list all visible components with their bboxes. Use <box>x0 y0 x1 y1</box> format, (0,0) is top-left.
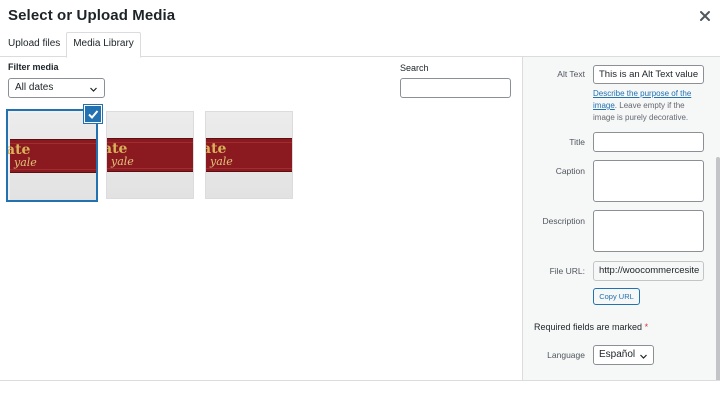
attachment-image: ate yale <box>8 113 96 200</box>
description-label: Description <box>542 216 585 226</box>
title-field[interactable] <box>593 132 704 152</box>
description-field[interactable] <box>593 210 704 252</box>
logo-text: ate <box>206 141 227 157</box>
check-icon[interactable] <box>84 105 102 123</box>
search-input[interactable] <box>400 78 511 98</box>
attachment-thumbnail[interactable]: ate yale <box>106 111 194 199</box>
logo-text: ate <box>107 141 128 157</box>
attachment-image: ate yale <box>206 112 292 198</box>
tab-media-library[interactable]: Media Library <box>66 32 141 58</box>
date-filter-value: All dates <box>15 82 54 93</box>
caption-label: Caption <box>555 166 585 176</box>
modal-title: Select or Upload Media <box>8 7 176 24</box>
filter-media-label: Filter media <box>8 62 59 72</box>
alt-text-field[interactable]: This is an Alt Text value <box>593 65 704 84</box>
chevron-down-icon <box>639 350 648 359</box>
logo-text: yale <box>210 155 233 168</box>
alt-text-help: Describe the purpose of the image. Leave… <box>593 88 708 124</box>
attachment-image: ate yale <box>107 112 193 198</box>
modal-toolbar <box>0 380 720 405</box>
caption-field[interactable] <box>593 160 704 202</box>
file-url-field[interactable]: http://woocommercesite <box>593 261 704 281</box>
copy-url-button[interactable]: Copy URL <box>593 288 640 305</box>
required-note-text: Required fields are marked <box>534 322 643 332</box>
media-tabs: Upload files Media Library <box>0 31 720 58</box>
chevron-down-icon <box>89 83 98 92</box>
required-star: * <box>644 322 649 332</box>
sidebar-scrollbar[interactable] <box>716 157 720 387</box>
language-select[interactable]: Español <box>593 345 654 365</box>
logo-text: ate <box>6 142 31 158</box>
search-label: Search <box>400 63 429 73</box>
logo-text: yale <box>111 155 134 168</box>
title-label: Title <box>569 137 585 147</box>
file-url-label: File URL: <box>549 266 585 276</box>
alt-text-label: Alt Text <box>557 69 585 79</box>
logo-text: yale <box>14 156 37 169</box>
language-value: Español <box>599 349 636 360</box>
tab-upload-files[interactable]: Upload files <box>2 33 66 58</box>
required-fields-note: Required fields are marked * <box>534 322 648 332</box>
media-modal: Select or Upload Media Upload files Medi… <box>0 0 720 405</box>
date-filter-select[interactable]: All dates <box>8 78 105 98</box>
attachment-thumbnail[interactable]: ate yale <box>205 111 293 199</box>
attachment-details-sidebar: Alt Text This is an Alt Text value Descr… <box>522 57 720 387</box>
language-label: Language <box>547 350 585 360</box>
close-icon[interactable] <box>697 8 713 24</box>
